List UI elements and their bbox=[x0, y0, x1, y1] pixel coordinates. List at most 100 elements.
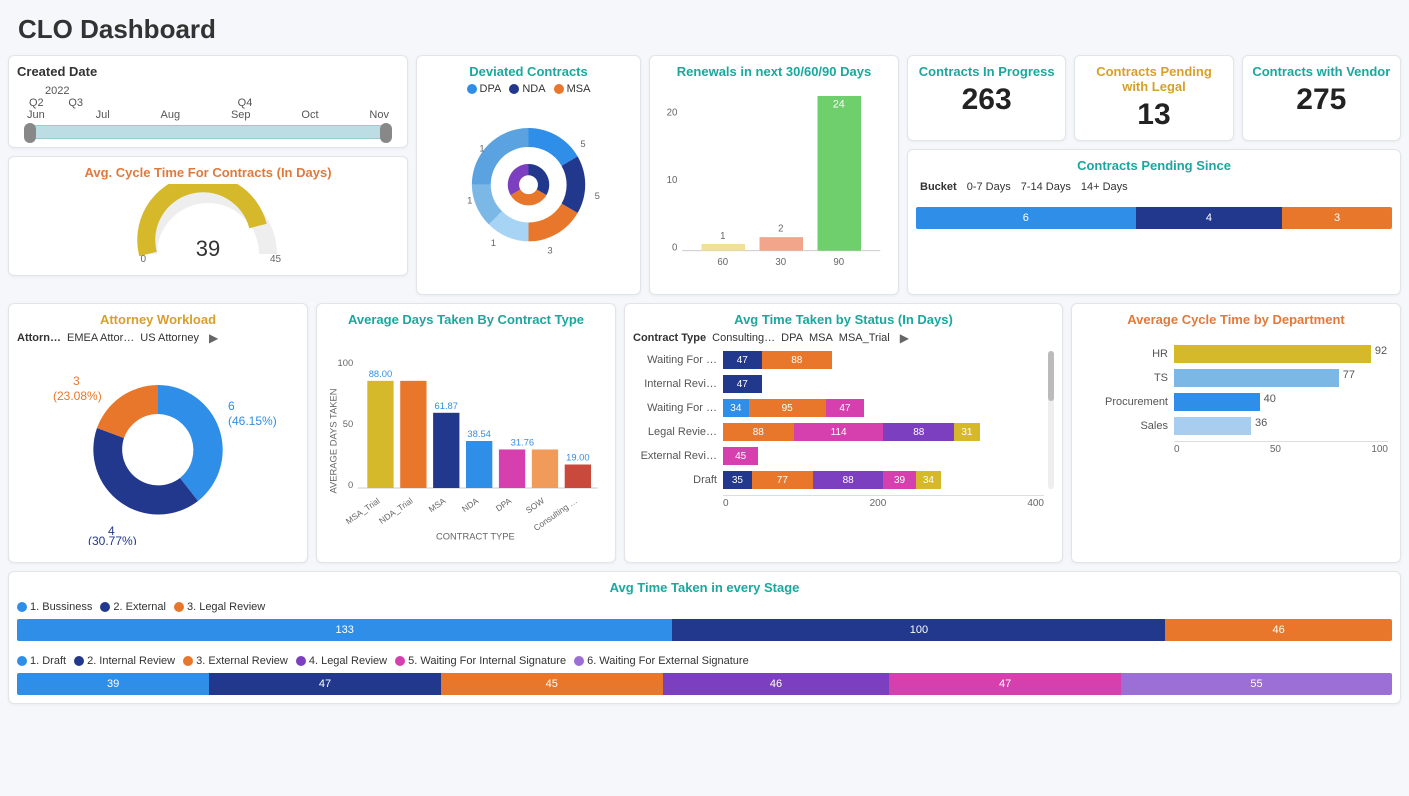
svg-text:MSA_Trial: MSA_Trial bbox=[344, 495, 382, 526]
legend-consulting[interactable]: Consulting… bbox=[712, 332, 775, 344]
svg-text:NDA: NDA bbox=[460, 495, 481, 514]
seg2-internal[interactable]: 47 bbox=[209, 673, 441, 695]
tick-100: 100 bbox=[1371, 444, 1388, 455]
legend1-business[interactable]: 1. Bussiness bbox=[30, 601, 92, 613]
svg-text:1: 1 bbox=[467, 196, 472, 207]
svg-text:0: 0 bbox=[672, 243, 677, 254]
legend-7-14[interactable]: 7-14 Days bbox=[1021, 181, 1071, 193]
dept-hr: HR bbox=[1084, 348, 1174, 360]
svg-text:NDA_Trial: NDA_Trial bbox=[377, 495, 415, 525]
svg-text:90: 90 bbox=[833, 257, 844, 268]
svg-text:5: 5 bbox=[595, 191, 600, 202]
dept-hr-val: 92 bbox=[1375, 345, 1387, 363]
svg-text:(30.77%): (30.77%) bbox=[88, 534, 137, 545]
slider-handle-left[interactable] bbox=[24, 123, 36, 143]
svg-text:24: 24 bbox=[833, 99, 845, 111]
legend-msa2[interactable]: MSA bbox=[809, 332, 833, 344]
legend-emea[interactable]: EMEA Attor… bbox=[67, 332, 134, 344]
legend-0-7[interactable]: 0-7 Days bbox=[967, 181, 1011, 193]
dot-icon bbox=[74, 656, 84, 666]
dept-proc-val: 40 bbox=[1264, 393, 1276, 411]
legend2-wait-internal[interactable]: 5. Waiting For Internal Signature bbox=[408, 655, 566, 667]
svg-text:0: 0 bbox=[140, 254, 146, 264]
seg-legal[interactable]: 46 bbox=[1165, 619, 1392, 641]
legend2-external[interactable]: 3. External Review bbox=[196, 655, 288, 667]
legend2-draft[interactable]: 1. Draft bbox=[30, 655, 66, 667]
dot-icon bbox=[100, 602, 110, 612]
tick-200: 200 bbox=[729, 498, 1028, 509]
cycle-dept-title: Average Cycle Time by Department bbox=[1080, 312, 1392, 327]
kpi-with-vendor: Contracts with Vendor 275 bbox=[1242, 55, 1401, 141]
month-jun: Jun bbox=[27, 109, 45, 121]
status-row-draft: Draft bbox=[633, 474, 723, 486]
seg2-wait-ext[interactable]: 55 bbox=[1121, 673, 1392, 695]
legend-14plus[interactable]: 14+ Days bbox=[1081, 181, 1128, 193]
legend-nda[interactable]: NDA bbox=[522, 83, 545, 95]
quarter-q4: Q4 bbox=[238, 97, 253, 109]
svg-text:19.00: 19.00 bbox=[566, 452, 589, 463]
renewals-title: Renewals in next 30/60/90 Days bbox=[658, 64, 890, 79]
slider-handle-right[interactable] bbox=[380, 123, 392, 143]
seg-external[interactable]: 100 bbox=[672, 619, 1165, 641]
dept-sales: Sales bbox=[1084, 420, 1174, 432]
svg-text:DPA: DPA bbox=[494, 495, 514, 513]
seg2-legal[interactable]: 46 bbox=[663, 673, 890, 695]
gauge-title: Avg. Cycle Time For Contracts (In Days) bbox=[17, 165, 399, 180]
cycle-time-gauge-card: Avg. Cycle Time For Contracts (In Days) … bbox=[8, 156, 408, 276]
svg-text:39: 39 bbox=[196, 236, 220, 261]
legend-dpa2[interactable]: DPA bbox=[781, 332, 803, 344]
svg-text:6: 6 bbox=[228, 399, 235, 413]
month-jul: Jul bbox=[96, 109, 110, 121]
svg-text:1: 1 bbox=[720, 231, 725, 242]
dept-ts: TS bbox=[1084, 372, 1174, 384]
seg-14plus[interactable]: 3 bbox=[1282, 207, 1392, 229]
renewals-card: Renewals in next 30/60/90 Days 20 10 0 1… bbox=[649, 55, 899, 295]
svg-text:100: 100 bbox=[338, 357, 354, 368]
legend-dpa[interactable]: DPA bbox=[480, 83, 502, 95]
svg-text:SOW: SOW bbox=[524, 496, 546, 516]
svg-text:2: 2 bbox=[778, 223, 783, 234]
legend2-internal[interactable]: 2. Internal Review bbox=[87, 655, 175, 667]
seg-business[interactable]: 133 bbox=[17, 619, 672, 641]
date-range-slider[interactable] bbox=[27, 125, 389, 139]
legend1-legal[interactable]: 3. Legal Review bbox=[187, 601, 265, 613]
dot-icon bbox=[554, 84, 564, 94]
svg-text:MSA: MSA bbox=[427, 495, 448, 514]
dot-icon bbox=[17, 602, 27, 612]
avg-days-type-card: Average Days Taken By Contract Type AVER… bbox=[316, 303, 616, 563]
legend2-legal[interactable]: 4. Legal Review bbox=[309, 655, 387, 667]
dot-icon bbox=[509, 84, 519, 94]
legend1-external[interactable]: 2. External bbox=[113, 601, 166, 613]
chevron-right-icon[interactable]: ▶ bbox=[896, 331, 913, 345]
svg-text:AVERAGE DAYS TAKEN: AVERAGE DAYS TAKEN bbox=[327, 388, 338, 493]
legend2-wait-external[interactable]: 6. Waiting For External Signature bbox=[587, 655, 749, 667]
deviated-title: Deviated Contracts bbox=[425, 64, 632, 79]
dot-icon bbox=[395, 656, 405, 666]
avg-time-status-title: Avg Time Taken by Status (In Days) bbox=[633, 312, 1054, 327]
svg-text:60: 60 bbox=[717, 257, 728, 268]
seg2-draft[interactable]: 39 bbox=[17, 673, 209, 695]
avg-time-status-card: Avg Time Taken by Status (In Days) Contr… bbox=[624, 303, 1063, 563]
seg-7-14[interactable]: 4 bbox=[1136, 207, 1282, 229]
legend-us[interactable]: US Attorney bbox=[140, 332, 199, 344]
scrollbar[interactable] bbox=[1048, 351, 1054, 489]
stage-summary-card: Avg Time Taken in every Stage 1. Bussine… bbox=[8, 571, 1401, 704]
status-row-waiting1: Waiting For … bbox=[633, 354, 723, 366]
seg2-external[interactable]: 45 bbox=[441, 673, 663, 695]
legend-msa[interactable]: MSA bbox=[567, 83, 591, 95]
legend-msatrial[interactable]: MSA_Trial bbox=[839, 332, 890, 344]
kpi-in-progress-value: 263 bbox=[916, 83, 1057, 117]
dept-sales-val: 36 bbox=[1255, 417, 1267, 435]
month-nov: Nov bbox=[369, 109, 389, 121]
seg-0-7[interactable]: 6 bbox=[916, 207, 1136, 229]
seg2-wait-int[interactable]: 47 bbox=[889, 673, 1121, 695]
attorney-donut: 6 (46.15%) 4 (30.77%) (30.77%) 3 (23.08%… bbox=[17, 345, 299, 545]
tick-50: 50 bbox=[1180, 444, 1372, 455]
kpi-pending-legal-value: 13 bbox=[1083, 98, 1224, 132]
svg-text:30: 30 bbox=[775, 257, 786, 268]
chevron-right-icon[interactable]: ▶ bbox=[205, 331, 222, 345]
created-date-card: Created Date 2022 Q2 Q3 Q4 Jun Jul Aug S… bbox=[8, 55, 408, 148]
svg-text:1: 1 bbox=[479, 144, 484, 155]
stage-bar-2: 39 47 45 46 47 55 bbox=[17, 673, 1392, 695]
dot-icon bbox=[467, 84, 477, 94]
